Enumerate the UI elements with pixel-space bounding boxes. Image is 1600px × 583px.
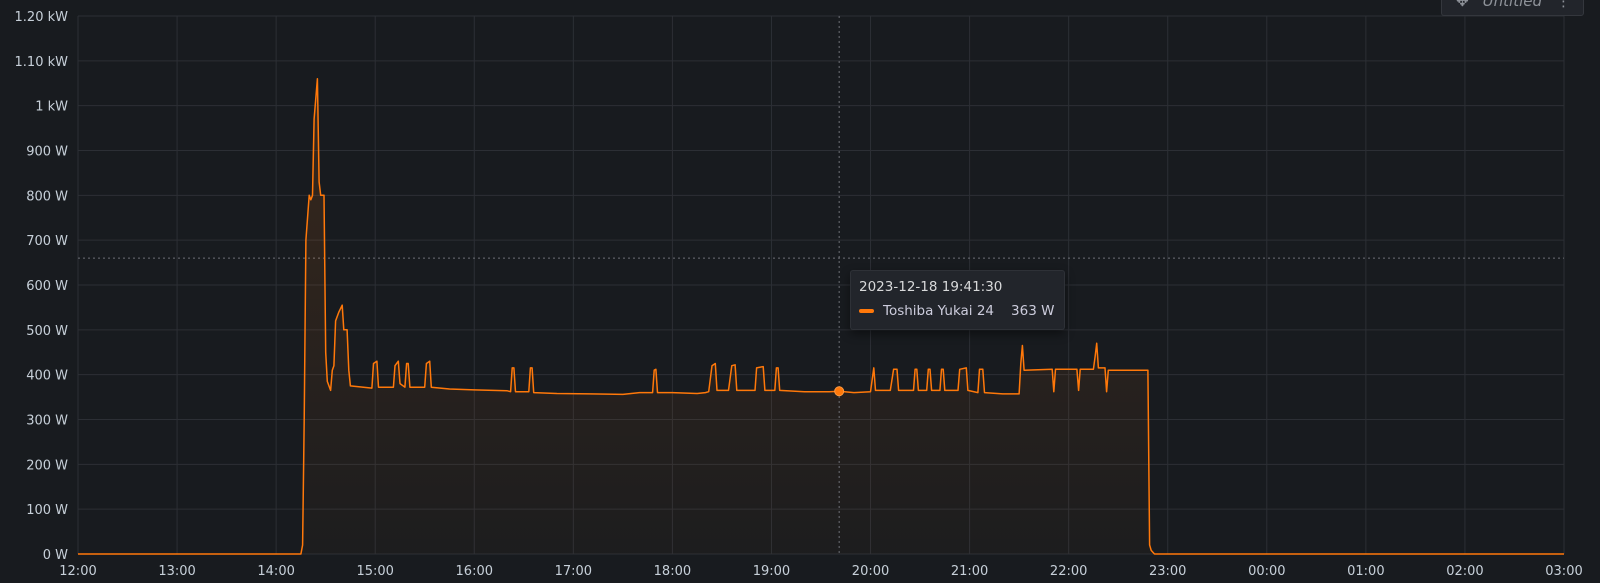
x-tick-label: 01:00 (1347, 564, 1384, 579)
y-tick-label: 400 W (26, 369, 68, 384)
y-tick-label: 700 W (26, 234, 68, 249)
y-tick-label: 1.20 kW (15, 10, 69, 25)
chart-area: 0 W 100 W 200 W 300 W 400 W 500 W 600 W 700 W 80… (15, 10, 1583, 579)
y-axis: 0 W 100 W 200 W 300 W 400 W 500 W 600 W 700 W 80… (15, 10, 69, 563)
x-tick-label: 15:00 (356, 564, 393, 579)
x-tick-label: 12:00 (59, 564, 96, 579)
x-tick-label: 00:00 (1248, 564, 1285, 579)
y-tick-label: 300 W (26, 414, 68, 429)
x-tick-label: 02:00 (1446, 564, 1483, 579)
y-tick-label: 800 W (26, 189, 68, 204)
y-tick-label: 500 W (26, 324, 68, 339)
tooltip-time: 2023-12-18 19:41:30 (859, 279, 1003, 295)
panel-header[interactable]: ✥ Untitled ⋮ (1441, 0, 1584, 16)
series-color-swatch (859, 309, 874, 313)
y-tick-label: 900 W (26, 145, 68, 160)
y-tick-label: 0 W (43, 548, 68, 563)
x-tick-label: 23:00 (1149, 564, 1186, 579)
kebab-menu-icon[interactable]: ⋮ (1556, 0, 1571, 9)
y-tick-label: 200 W (26, 458, 68, 473)
x-tick-label: 14:00 (257, 564, 294, 579)
x-tick-label: 19:00 (753, 564, 790, 579)
tooltip-series-row: Toshiba Yukai 24 363 W (859, 303, 1054, 319)
tooltip-value: 363 W (1011, 303, 1055, 319)
x-tick-label: 21:00 (951, 564, 988, 579)
x-axis: 12:00 13:00 14:00 15:00 16:00 17:00 18:00 19:00… (59, 564, 1582, 579)
move-arrows-icon[interactable]: ✥ (1456, 0, 1469, 9)
tooltip-series-name: Toshiba Yukai 24 (883, 303, 995, 319)
x-tick-label: 16:00 (456, 564, 493, 579)
y-tick-label: 1.10 kW (15, 55, 69, 70)
hover-point[interactable] (834, 386, 845, 397)
y-tick-label: 600 W (26, 279, 68, 294)
y-tick-label: 1 kW (35, 100, 68, 115)
x-tick-label: 17:00 (555, 564, 592, 579)
tooltip: 2023-12-18 19:41:30 Toshiba Yukai 24 363… (850, 270, 1066, 330)
x-tick-label: 20:00 (852, 564, 889, 579)
x-tick-label: 03:00 (1545, 564, 1582, 579)
x-tick-label: 13:00 (158, 564, 195, 579)
x-tick-label: 22:00 (1050, 564, 1087, 579)
x-tick-label: 18:00 (654, 564, 691, 579)
panel-title: Untitled (1482, 0, 1542, 10)
y-tick-label: 100 W (26, 503, 68, 518)
